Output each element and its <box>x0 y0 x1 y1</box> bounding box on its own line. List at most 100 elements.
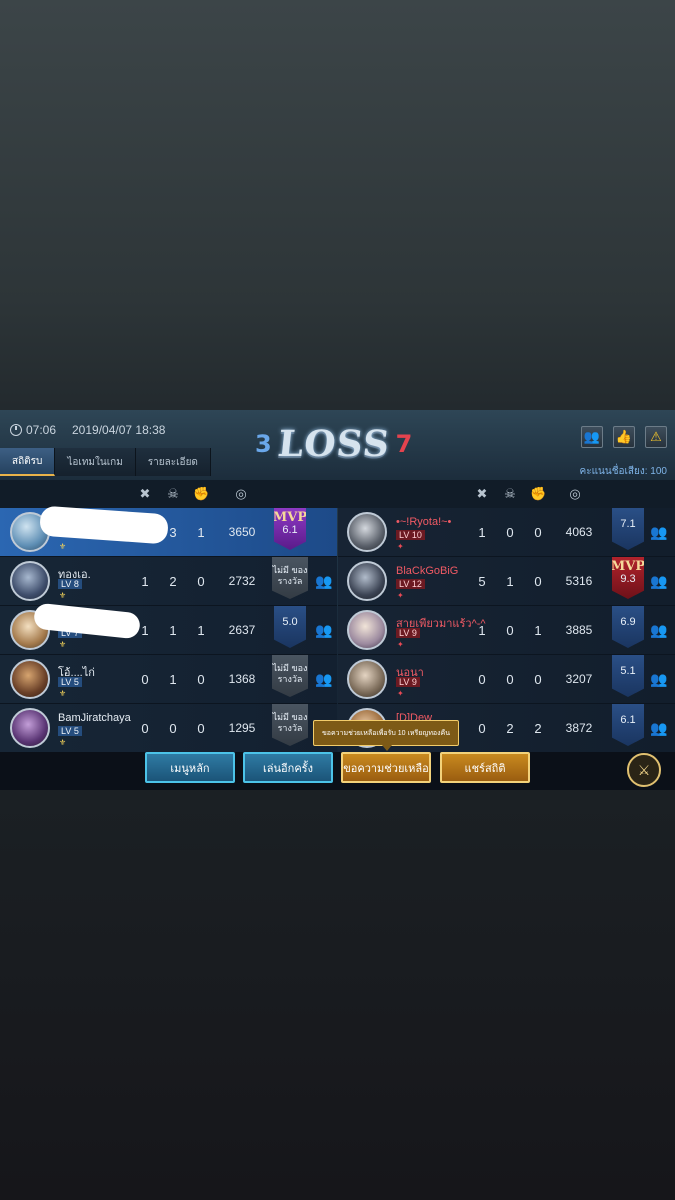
game-time-text: 07:06 <box>26 423 57 437</box>
rating-banner: 6.9 <box>612 606 644 648</box>
stat-gold: 3207 <box>565 672 593 686</box>
stat-assists: 0 <box>197 574 205 589</box>
hero-avatar[interactable] <box>347 512 387 552</box>
help-tooltip: ขอความช่วยเหลือเพื่อรับ 10 เหรียญทองคืน <box>313 720 459 751</box>
stat-gold: 5316 <box>565 574 593 588</box>
achievement-badge-icon: ⚜ <box>59 689 67 698</box>
stat-assists: 2 <box>534 721 542 736</box>
player-row: BlaCkGoBiG LV 12 ✦ 5 1 0 5316 MVP 9.3 👥 <box>338 557 675 606</box>
hero-avatar[interactable] <box>347 659 387 699</box>
hero-avatar[interactable] <box>347 610 387 650</box>
add-friend-icon[interactable]: 👥 <box>648 521 670 543</box>
player-row: ทองเอ. LV 8 ⚜ 1 2 0 2732 ไม่มี ของรางวัล 👥 <box>0 557 337 606</box>
stat-gold: 1368 <box>228 672 256 686</box>
add-friend-icon[interactable]: 👥 <box>648 570 670 592</box>
top-bar: 07:06 2019/04/07 18:38 3 LOSS 7 👥 👍 ⚠ คะ… <box>0 410 675 480</box>
red-team-score: 7 <box>395 430 413 458</box>
stat-assists: 0 <box>534 525 542 540</box>
no-award-banner: ไม่มี ของรางวัล <box>272 655 308 697</box>
stats-header-row: ✖ ☠ ✊ ◎ ✖ ☠ ✊ ◎ <box>0 480 675 508</box>
add-friend-icon[interactable]: 👥 <box>648 717 670 739</box>
ask-help-button[interactable]: ขอความช่วยเหลือ <box>341 752 431 783</box>
mvp-banner: MVP 9.3 <box>612 557 644 599</box>
add-friend-icon[interactable]: 👥 <box>313 619 335 641</box>
tab-battle-stats[interactable]: สถิติรบ <box>0 448 56 476</box>
hero-avatar[interactable] <box>10 659 50 699</box>
stat-assists: 1 <box>534 623 542 638</box>
stat-assists: 0 <box>197 721 205 736</box>
share-stats-button[interactable]: แชร์สถิติ <box>440 752 530 783</box>
hero-avatar[interactable] <box>347 561 387 601</box>
rating-value: 6.1 <box>282 524 298 536</box>
assists-fist-icon: ✊ <box>193 486 210 501</box>
thumbs-up-icon[interactable]: 👍 <box>613 426 635 448</box>
stat-kills: 1 <box>141 574 149 589</box>
player-row: โอ้....ไก่ LV 5 ⚜ 0 1 0 1368 ไม่มี ของรางวัล 👥 <box>0 655 337 704</box>
stat-deaths: 0 <box>506 525 514 540</box>
gold-coins-icon: ◎ <box>569 486 581 501</box>
stat-deaths: 2 <box>506 721 514 736</box>
rating-value: 6.9 <box>620 616 636 628</box>
stat-assists: 1 <box>197 623 205 638</box>
stat-assists: 0 <box>534 574 542 589</box>
achievement-badge-icon: ⚜ <box>59 542 67 551</box>
report-warning-icon[interactable]: ⚠ <box>645 426 667 448</box>
stat-gold: 2732 <box>228 574 256 588</box>
stat-kills: 1 <box>478 623 486 638</box>
tab-details[interactable]: รายละเอียด <box>135 448 211 476</box>
achievement-badge-icon: ⚜ <box>59 738 67 747</box>
tab-items[interactable]: ไอเทมในเกม <box>55 448 136 476</box>
hero-avatar[interactable] <box>10 708 50 748</box>
rating-value: 9.3 <box>620 573 636 585</box>
stat-assists: 0 <box>534 672 542 687</box>
achievement-badge-icon: ⚜ <box>59 640 67 649</box>
kills-column-icon: ✖ <box>476 486 488 501</box>
player-level: LV 9 <box>396 628 420 638</box>
player-level: LV 5 <box>58 677 82 687</box>
add-friend-icon[interactable]: 👥 <box>648 668 670 690</box>
stat-deaths: 2 <box>169 574 177 589</box>
stat-kills: 0 <box>141 672 149 687</box>
player-level: LV 5 <box>58 726 82 736</box>
achievement-badge-icon: ✦ <box>397 689 404 698</box>
stat-kills: 5 <box>478 574 486 589</box>
add-friends-icon[interactable]: 👥 <box>581 426 603 448</box>
player-level: LV 12 <box>396 579 425 589</box>
game-time: 07:06 <box>10 423 56 437</box>
player-row: BamJiratchaya LV 5 ⚜ 0 0 0 1295 ไม่มี ของรางวัล… <box>0 704 337 753</box>
add-friend-icon[interactable]: 👥 <box>648 619 670 641</box>
crossed-swords-icon[interactable]: ⚔ <box>627 753 661 787</box>
clock-icon <box>10 424 22 436</box>
main-menu-button[interactable]: เมนูหลัก <box>145 752 235 783</box>
stat-kills: 1 <box>478 525 486 540</box>
assists-fist-icon: ✊ <box>530 486 547 501</box>
rating-value: 5.1 <box>620 665 636 677</box>
add-friend-icon[interactable]: 👥 <box>313 668 335 690</box>
stat-gold: 1295 <box>228 721 256 735</box>
rating-value: 5.0 <box>282 616 298 628</box>
rating-value: 7.1 <box>620 518 636 530</box>
player-name: •~!Ryota!~• <box>396 516 452 528</box>
stat-gold: 2637 <box>228 623 256 637</box>
rating-value: 6.1 <box>620 714 636 726</box>
mvp-label: MVP <box>272 510 308 525</box>
stat-gold: 4063 <box>565 525 593 539</box>
stat-deaths: 1 <box>169 623 177 638</box>
hero-avatar[interactable] <box>10 561 50 601</box>
stat-gold: 3872 <box>565 721 593 735</box>
deaths-skull-icon: ☠ <box>504 486 516 501</box>
stat-gold: 3885 <box>565 623 593 637</box>
stat-kills: 0 <box>478 721 486 736</box>
gold-coins-icon: ◎ <box>235 486 247 501</box>
stat-deaths: 1 <box>506 574 514 589</box>
player-row: สายเพียวมาแร้ว^-^ LV 9 ✦ 1 0 1 3885 6.9 👥 <box>338 606 675 655</box>
stat-kills: 0 <box>141 721 149 736</box>
stat-assists: 0 <box>197 672 205 687</box>
rating-banner: 5.0 <box>274 606 306 648</box>
result-tabs: สถิติรบ ไอเทมในเกม รายละเอียด <box>0 448 211 476</box>
play-again-button[interactable]: เล่นอีกครั้ง <box>243 752 333 783</box>
kills-column-icon: ✖ <box>139 486 151 501</box>
player-row: นอนา LV 9 ✦ 0 0 0 3207 5.1 👥 <box>338 655 675 704</box>
add-friend-icon[interactable]: 👥 <box>313 570 335 592</box>
match-result-title: 3 LOSS 7 <box>255 423 413 465</box>
